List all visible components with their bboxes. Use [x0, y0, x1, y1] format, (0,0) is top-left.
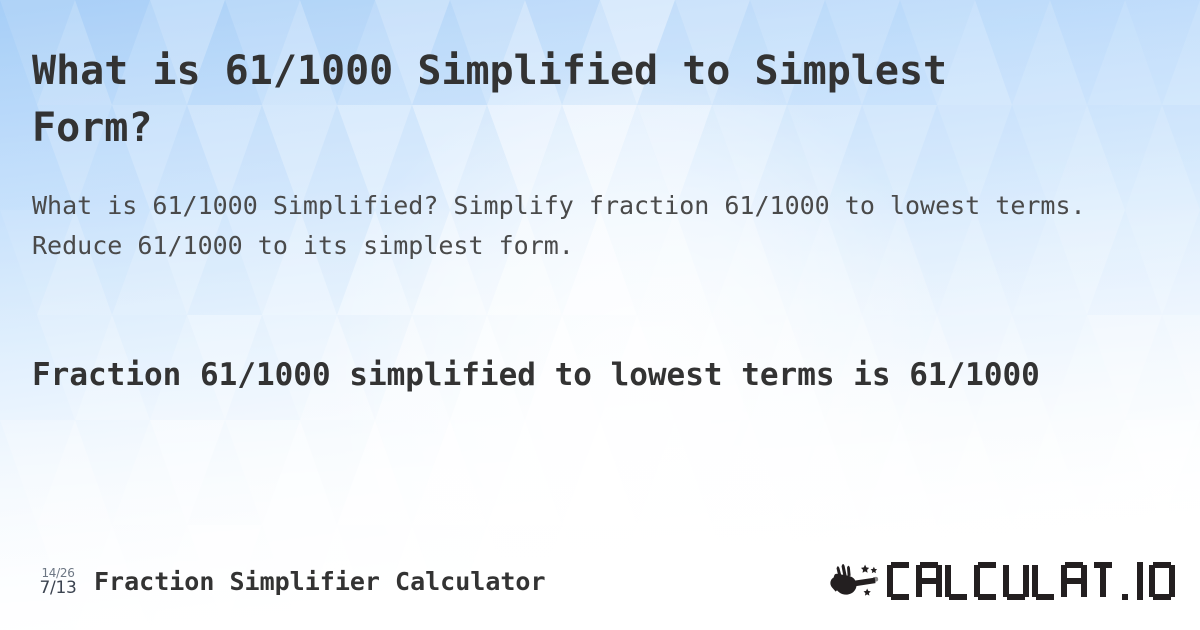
- share-card: What is 61/1000 Simplified to Simplest F…: [0, 0, 1200, 630]
- logo-char-a: [916, 562, 942, 600]
- logo-char-dot: [1119, 562, 1131, 600]
- logo-char-t: [1090, 562, 1116, 600]
- result-statement: Fraction 61/1000 simplified to lowest te…: [32, 357, 1040, 393]
- logo-char-l2: [1032, 562, 1058, 600]
- logo-char-l: [945, 562, 971, 600]
- logo-char-c2: [974, 562, 1000, 600]
- logo-char-o: [1149, 562, 1175, 600]
- page-subtitle: What is 61/1000 Simplified? Simplify fra…: [32, 191, 1086, 260]
- page-title: What is 61/1000 Simplified to Simplest F…: [32, 48, 948, 151]
- hand-magic-wand-icon: [830, 564, 879, 596]
- fraction-simplify-icon: 14/26 7/13: [32, 567, 84, 597]
- footer-left: 14/26 7/13 Fraction Simplifier Calculato…: [32, 566, 546, 597]
- content-area: What is 61/1000 Simplified to Simplest F…: [0, 0, 1200, 630]
- fraction-icon-simplified: 7/13: [39, 578, 77, 598]
- logo-wordmark: [887, 562, 1178, 600]
- logo-char-c: [887, 562, 913, 600]
- logo-char-u: [1003, 562, 1029, 600]
- logo-char-a2: [1061, 562, 1087, 600]
- calculator-name: Fraction Simplifier Calculator: [94, 566, 546, 596]
- footer: 14/26 7/13 Fraction Simplifier Calculato…: [32, 556, 1178, 606]
- site-logo[interactable]: [829, 560, 1178, 602]
- logo-char-i: [1134, 562, 1146, 600]
